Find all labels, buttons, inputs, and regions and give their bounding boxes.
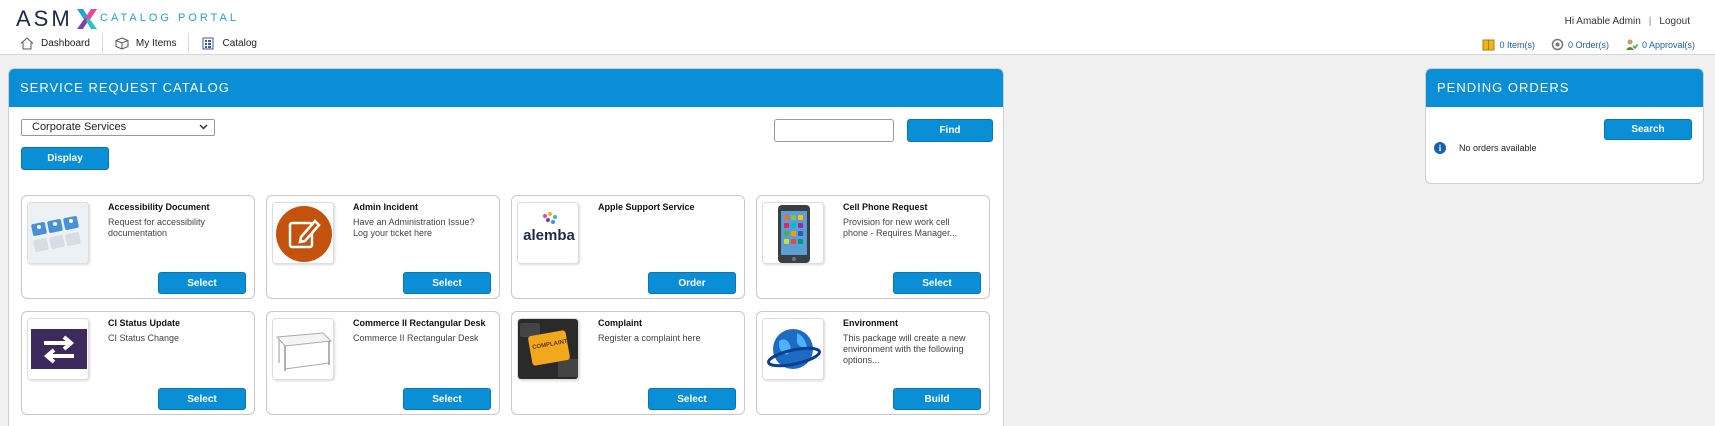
approval-user-icon [1625,39,1638,50]
desk-icon [272,318,334,380]
catalog-card: Admin Incident Have an Administration Is… [266,195,500,299]
status-counts: 0 Item(s) 0 Order(s) 0 Approval(s) [1482,38,1695,51]
alemba-logo-text: alemba [523,227,575,244]
cell-phone-icon [762,202,824,264]
card-description: Commerce II Rectangular Desk [353,333,479,343]
search-button[interactable]: Search [1604,119,1692,140]
catalog-card: Environment This package will create a n… [756,311,990,415]
select-button[interactable]: Select [893,272,981,294]
card-description: Have an Administration Issue? Log your t… [353,217,475,238]
catalog-card: alemba Apple Support Service Order [511,195,745,299]
build-button[interactable]: Build [893,388,981,410]
display-button[interactable]: Display [21,147,109,170]
catalog-card: Cell Phone Request Provision for new wor… [756,195,990,299]
catalog-search-input[interactable] [774,119,894,142]
catalog-card: CI Status Update CI Status Change Select [21,311,255,415]
order-button[interactable]: Order [648,272,736,294]
card-description: Provision for new work cell phone - Requ… [843,217,958,238]
nav-my-items-label: My Items [135,37,177,49]
category-select-value: Corporate Services [32,121,127,133]
nav-dashboard-label: Dashboard [41,37,90,49]
main-nav: Dashboard My Items Catalog [8,33,269,55]
card-title: Cell Phone Request [843,202,928,212]
logout-link[interactable]: Logout [1659,16,1690,27]
service-request-catalog-panel: SERVICE REQUEST CATALOG Corporate Servic… [8,68,1004,426]
find-button[interactable]: Find [907,119,993,142]
catalog-card: Commerce II Rectangular Desk Commerce II… [266,311,500,415]
accessibility-keyboard-icon [27,202,89,264]
card-title: Apple Support Service [598,202,695,212]
chevron-down-icon [199,124,208,130]
home-icon [20,36,34,49]
select-button[interactable]: Select [403,272,491,294]
card-description: Request for accessibility documentation [108,217,206,238]
card-title: Admin Incident [353,202,418,212]
orders-count: 0 Order(s) [1567,39,1609,50]
items-count: 0 Item(s) [1499,39,1535,50]
info-icon: i [1434,142,1446,154]
edit-pencil-icon [272,202,334,264]
card-description: This package will create a new environme… [843,333,966,365]
catalog-card: COMPLAINT Complaint Register a complaint… [511,311,745,415]
card-title: Accessibility Document [108,202,210,212]
orders-count-link[interactable]: 0 Order(s) [1551,38,1609,51]
user-greeting: Hi Amable Admin [1564,16,1641,27]
category-select[interactable]: Corporate Services [21,119,215,136]
select-button[interactable]: Select [648,388,736,410]
asm-logo[interactable]: ASM [16,6,99,32]
pending-panel-title: PENDING ORDERS [1426,69,1703,107]
complaint-key-icon: COMPLAINT [517,318,579,380]
alemba-logo: alemba [517,202,579,264]
catalog-card: Accessibility Document Request for acces… [21,195,255,299]
select-button[interactable]: Select [158,272,246,294]
nav-my-items[interactable]: My Items [103,33,190,53]
swap-arrows-icon [27,318,89,380]
approvals-count-link[interactable]: 0 Approval(s) [1625,38,1695,51]
card-description: CI Status Change [108,333,180,343]
top-header: ASM CATALOG PORTAL Hi Amable Admin | Log… [0,0,1715,55]
select-button[interactable]: Select [158,388,246,410]
pending-orders-panel: PENDING ORDERS Search i No orders availa… [1425,68,1704,184]
card-title: Environment [843,318,899,328]
divider: | [1648,16,1652,27]
card-title: Complaint [598,318,642,328]
nav-catalog[interactable]: Catalog [189,33,268,53]
approvals-count: 0 Approval(s) [1641,39,1695,50]
items-count-link[interactable]: 0 Item(s) [1482,38,1535,51]
catalog-panel-title: SERVICE REQUEST CATALOG [9,69,1003,107]
logo-text: ASM [16,6,73,31]
card-title: CI Status Update [108,318,181,328]
globe-icon [762,318,824,380]
empty-message: No orders available [1459,143,1537,153]
portal-title: CATALOG PORTAL [100,12,239,24]
select-button[interactable]: Select [403,388,491,410]
card-title: Commerce II Rectangular Desk [353,318,486,328]
nav-catalog-label: Catalog [222,37,257,49]
package-icon [1482,39,1495,51]
nav-dashboard[interactable]: Dashboard [8,33,103,53]
empty-state: i No orders available [1434,142,1537,154]
gear-order-icon [1551,38,1564,51]
card-description: Register a complaint here [598,333,701,343]
logo-x-mark [76,9,97,29]
box-icon [115,36,129,50]
catalog-icon [202,37,214,49]
user-area: Hi Amable Admin | Logout [1565,16,1690,27]
